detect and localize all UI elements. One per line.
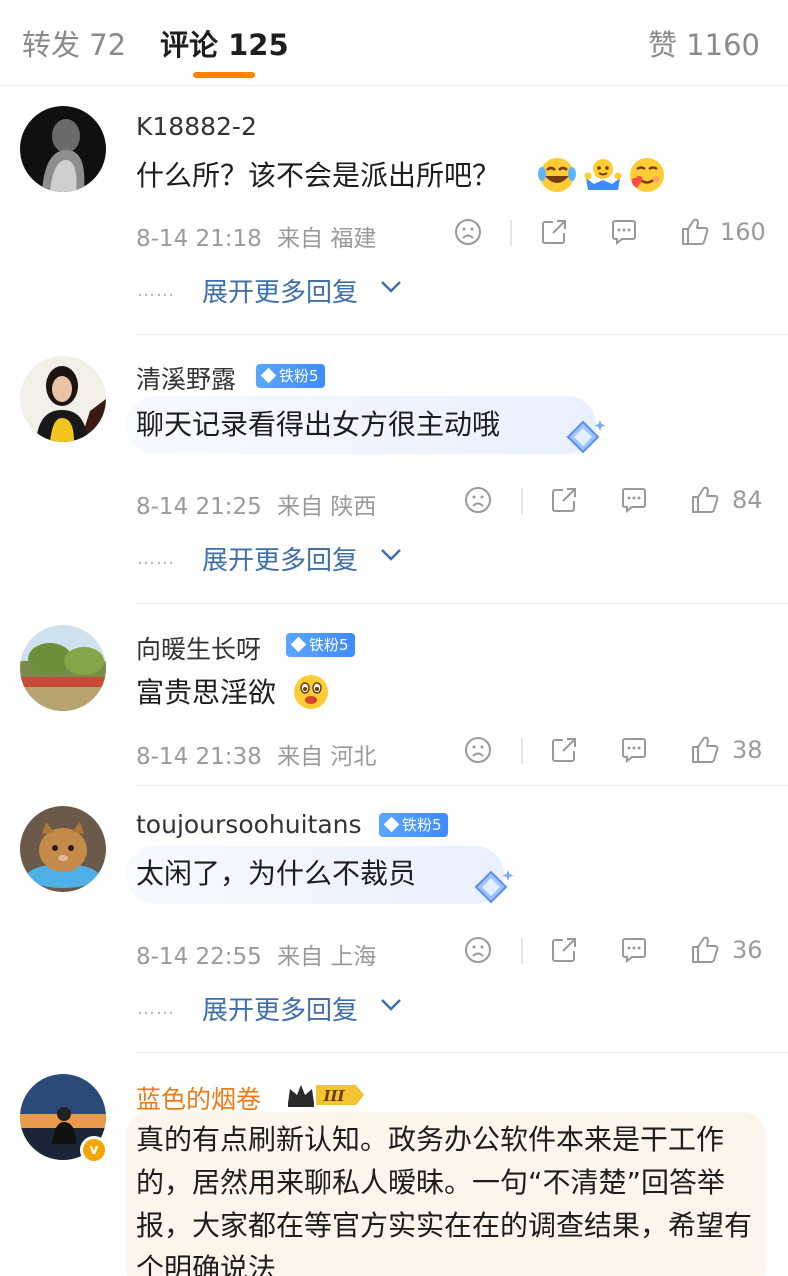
avatar[interactable]: [20, 106, 106, 192]
divider: [521, 488, 523, 514]
expand-replies-link[interactable]: 展开更多回复: [202, 990, 358, 1027]
vip-level-label: III: [322, 1087, 345, 1105]
divider: [521, 738, 523, 764]
comment-divider: [136, 785, 788, 786]
reply-icon[interactable]: [609, 217, 639, 247]
verified-badge-icon: v: [80, 1136, 108, 1164]
divider: [521, 938, 523, 964]
fan-badge-label: 铁粉5: [309, 636, 349, 654]
dislike-icon[interactable]: [463, 485, 493, 515]
share-icon[interactable]: [549, 735, 579, 765]
comment-text: 聊天记录看得出女方很主动哦: [136, 408, 501, 441]
more-dots: ……: [137, 280, 175, 301]
comment-divider: [136, 334, 788, 335]
comment-text: 富贵思淫欲: [136, 676, 277, 709]
dislike-icon[interactable]: [463, 935, 493, 965]
diamond-icon: [260, 367, 277, 384]
tab-likes[interactable]: 赞 1160: [648, 22, 760, 64]
dislike-icon[interactable]: [463, 735, 493, 765]
diamond-icon: [290, 636, 307, 653]
comment-text: 什么所？该不会是派出所吧？: [136, 159, 501, 192]
share-icon[interactable]: [549, 935, 579, 965]
comment-divider: [136, 603, 788, 604]
comment-location: 来自 福建: [277, 226, 377, 252]
diamond-decoration-icon: [474, 870, 514, 904]
username[interactable]: 清溪野露: [136, 360, 236, 396]
comment-time: 8-14 21:18: [136, 226, 262, 252]
active-tab-indicator: [193, 72, 255, 78]
vip-crown-badge: III: [288, 1085, 364, 1107]
fan-badge-label: 铁粉5: [279, 367, 319, 385]
tab-repost[interactable]: 转发 72: [22, 22, 126, 64]
reply-icon[interactable]: [619, 735, 649, 765]
avatar[interactable]: [20, 806, 106, 892]
comment-location: 来自 上海: [277, 944, 377, 970]
like-icon[interactable]: [689, 934, 721, 966]
comment-text: 太闲了，为什么不裁员: [136, 857, 417, 890]
drool-emoji: [294, 675, 328, 709]
comment-time: 8-14 21:38: [136, 744, 262, 770]
comment-meta: 8-14 21:18 来自 福建: [136, 219, 376, 253]
like-count: 84: [732, 486, 763, 514]
dislike-icon[interactable]: [453, 217, 483, 247]
comment-meta: 8-14 21:38 来自 河北: [136, 737, 376, 771]
comment-location: 来自 河北: [277, 744, 377, 770]
divider: [510, 220, 512, 246]
username[interactable]: 向暖生长呀: [136, 630, 261, 666]
fan-badge-label: 铁粉5: [402, 816, 442, 834]
expand-replies-link[interactable]: 展开更多回复: [202, 272, 358, 309]
laugh-cry-emoji: [538, 158, 576, 192]
chevron-down-icon: [381, 281, 401, 293]
chevron-down-icon: [381, 549, 401, 561]
avatar[interactable]: [20, 356, 106, 442]
username[interactable]: K18882-2: [136, 112, 257, 141]
like-icon[interactable]: [689, 484, 721, 516]
tab-comments[interactable]: 评论 125: [160, 22, 289, 64]
shrug-emoji: [584, 159, 622, 190]
fan-badge: 铁粉5: [256, 364, 325, 388]
like-count: 38: [732, 736, 763, 764]
heart-face-emoji: [630, 158, 664, 192]
chevron-down-icon: [381, 999, 401, 1011]
avatar[interactable]: [20, 625, 106, 711]
username[interactable]: 蓝色的烟卷: [136, 1080, 261, 1116]
fan-badge: 铁粉5: [286, 633, 355, 657]
comment-divider: [136, 1052, 788, 1053]
username[interactable]: toujoursoohuitans: [136, 810, 362, 839]
comment-tabs: 转发 72 评论 125 赞 1160: [0, 0, 788, 86]
reply-icon[interactable]: [619, 935, 649, 965]
comment-meta: 8-14 21:25 来自 陕西: [136, 487, 376, 521]
comment-location: 来自 陕西: [277, 494, 377, 520]
comment-text: 真的有点刷新认知。政务办公软件本来是干工作的，居然用来聊私人暧昧。一句“不清楚”…: [136, 1123, 753, 1276]
expand-replies-link[interactable]: 展开更多回复: [202, 540, 358, 577]
reply-icon[interactable]: [619, 485, 649, 515]
more-dots: ……: [137, 998, 175, 1019]
comment-time: 8-14 22:55: [136, 944, 262, 970]
fan-badge: 铁粉5: [379, 813, 448, 837]
like-count: 36: [732, 936, 763, 964]
comment-meta: 8-14 22:55 来自 上海: [136, 937, 376, 971]
share-icon[interactable]: [549, 485, 579, 515]
like-icon[interactable]: [689, 734, 721, 766]
diamond-icon: [383, 816, 400, 833]
comment-time: 8-14 21:25: [136, 494, 262, 520]
more-dots: ……: [137, 548, 175, 569]
like-icon[interactable]: [679, 216, 711, 248]
like-count: 160: [720, 218, 766, 246]
diamond-decoration-icon: [566, 420, 606, 454]
share-icon[interactable]: [539, 217, 569, 247]
